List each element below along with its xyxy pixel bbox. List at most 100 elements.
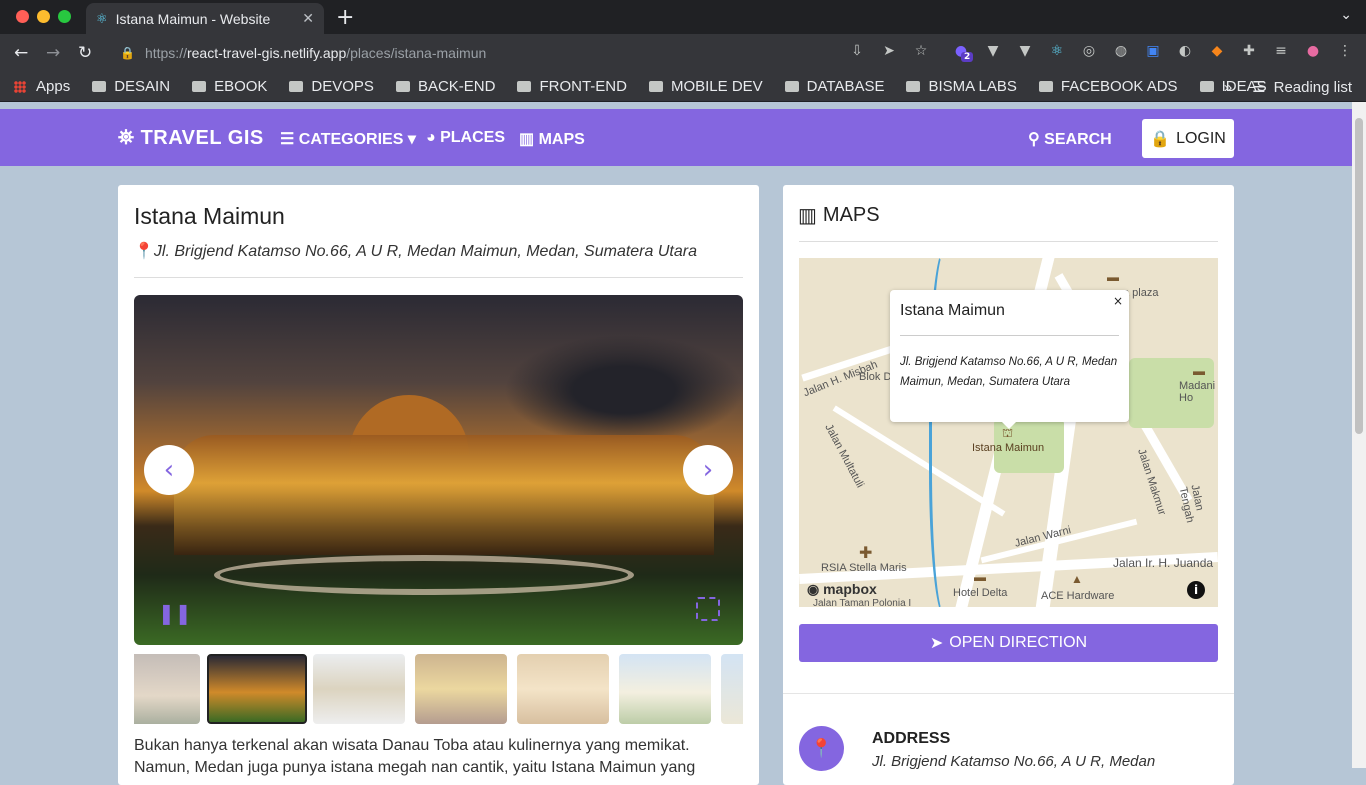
forward-arrow-icon[interactable]: → xyxy=(46,43,60,63)
map-marked-icon: ▥ xyxy=(798,205,817,227)
url-scheme: https:// xyxy=(144,45,187,61)
page-scrollbar[interactable] xyxy=(1352,102,1366,768)
puzzle-extensions-icon[interactable]: ✚ xyxy=(1240,43,1258,59)
thumbnail[interactable] xyxy=(721,654,743,724)
target-icon[interactable]: ◎ xyxy=(1080,43,1098,59)
place-address: 📍Jl. Brigjend Katamso No.66, A U R, Meda… xyxy=(134,241,697,261)
map-road xyxy=(832,405,1006,517)
tab-search-chevron-icon[interactable]: ⌄ xyxy=(1340,7,1352,23)
map-label-hotel-delta: Hotel Delta xyxy=(953,587,1008,599)
reload-icon[interactable]: ↻ xyxy=(78,43,92,63)
browser-toolbar: ← → ↻ 🔒 https://react-travel-gis.netlify… xyxy=(0,34,1366,72)
close-tab-icon[interactable]: ✕ xyxy=(302,10,314,27)
fullscreen-icon[interactable] xyxy=(696,597,720,621)
minimize-window-button[interactable] xyxy=(37,10,50,23)
folder-icon xyxy=(784,81,799,92)
thumbnail[interactable] xyxy=(517,654,609,724)
login-label: LOGIN xyxy=(1176,129,1226,147)
map-popup: Istana Maimun × Jl. Brigjend Katamso No.… xyxy=(890,290,1129,422)
bookmarks-bar: Apps DESAIN EBOOK DEVOPS BACK-END FRONT-… xyxy=(0,72,1366,102)
menu-kebab-icon[interactable]: ⋮ xyxy=(1336,43,1354,59)
vue-devtools-icon[interactable]: ▼ xyxy=(1016,43,1034,59)
new-tab-button[interactable]: + xyxy=(336,5,354,30)
folder-icon xyxy=(192,81,207,92)
react-devtools-icon[interactable]: ⚛ xyxy=(1048,43,1066,59)
extension-badge-count: 2 xyxy=(961,52,974,62)
back-arrow-icon[interactable]: ← xyxy=(14,43,28,63)
gallery-thumbnails xyxy=(134,654,743,724)
hospital-marker-icon[interactable]: ✚ xyxy=(859,543,872,563)
bookmark-folder-back-end[interactable]: BACK-END xyxy=(395,78,495,95)
nav-search[interactable]: ⚲ SEARCH xyxy=(1028,129,1112,149)
bookmark-label: DESAIN xyxy=(114,78,171,95)
folder-icon xyxy=(289,81,304,92)
color-picker-icon[interactable]: ◍ xyxy=(1112,43,1130,59)
chevron-left-icon: ‹ xyxy=(163,455,175,485)
map-popup-divider xyxy=(900,335,1119,336)
bookmark-folder-desain[interactable]: DESAIN xyxy=(92,78,170,95)
bookmark-folder-facebook-ads[interactable]: FACEBOOK ADS xyxy=(1038,78,1178,95)
chevron-right-icon: › xyxy=(702,455,714,485)
map-pin-icon: 📍 xyxy=(799,726,844,771)
bookmark-apps[interactable]: Apps xyxy=(14,78,70,95)
vue-icon[interactable]: ▼ xyxy=(984,43,1002,59)
react-icon: ⚛ xyxy=(96,10,108,26)
thumbnail[interactable] xyxy=(619,654,711,724)
scrollbar-thumb[interactable] xyxy=(1355,118,1363,434)
gallery-next-button[interactable]: › xyxy=(683,445,733,495)
nav-maps[interactable]: ▥ MAPS xyxy=(519,129,585,149)
bookmark-folder-mobile-dev[interactable]: MOBILE DEV xyxy=(648,78,763,95)
bookmarks-overflow-button[interactable]: » xyxy=(1224,79,1232,96)
bookmark-folder-bisma-labs[interactable]: BISMA LABS xyxy=(906,78,1017,95)
bookmark-folder-ebook[interactable]: EBOOK xyxy=(192,78,267,95)
folder-icon xyxy=(1199,81,1214,92)
hotel-marker-icon[interactable]: ▬ xyxy=(1107,270,1119,284)
media-controls-icon[interactable]: ≡ xyxy=(1272,43,1290,59)
maximize-window-button[interactable] xyxy=(58,10,71,23)
map-card-title-text: MAPS xyxy=(822,204,880,226)
bookmark-folder-devops[interactable]: DEVOPS xyxy=(289,78,374,95)
bookmark-star-icon[interactable]: ☆ xyxy=(912,43,930,59)
nav-places[interactable]: ◕ PLACES xyxy=(426,129,505,147)
map-popup-address: Jl. Brigjend Katamso No.66, A U R, Medan… xyxy=(900,356,1118,388)
play-pause-icon[interactable]: ❚❚ xyxy=(158,601,192,625)
map-popup-close-icon[interactable]: × xyxy=(1113,294,1123,308)
bookmark-label: FRONT-END xyxy=(539,78,627,95)
map-info-icon[interactable]: i xyxy=(1187,581,1205,599)
address-bar[interactable]: 🔒 https://react-travel-gis.netlify.app/p… xyxy=(110,38,940,68)
nav-categories-dropdown[interactable]: ☰ CATEGORIES ▾ xyxy=(280,129,416,149)
open-direction-button[interactable]: ➤ OPEN DIRECTION xyxy=(799,624,1218,662)
thumbnail-active[interactable] xyxy=(207,654,307,724)
brand-link[interactable]: ⛯ TRAVEL GIS xyxy=(118,127,264,150)
thumbnail[interactable] xyxy=(134,654,200,724)
browser-tab[interactable]: ⚛ Istana Maimun - Website ✕ xyxy=(86,3,324,34)
map-pin-icon: 📍 xyxy=(134,243,154,260)
map-card: ▥ MAPS Istana Maimun Jalan H. Misbah Blok… xyxy=(783,185,1234,785)
mapbox-logo[interactable]: ◉ mapbox xyxy=(807,581,877,598)
code-icon[interactable]: ◐ xyxy=(1176,43,1194,59)
lock-icon: 🔒 xyxy=(1150,130,1171,148)
metamask-icon[interactable]: ◆ xyxy=(1208,43,1226,59)
gallery-prev-button[interactable]: ‹ xyxy=(144,445,194,495)
hotel-marker-icon[interactable]: ▬ xyxy=(1193,364,1205,378)
url-path: /places/istana-maimun xyxy=(346,45,487,61)
mapbox-map[interactable]: Istana Maimun Jalan H. Misbah Blok D Jal… xyxy=(799,258,1218,607)
send-icon[interactable]: ➤ xyxy=(880,43,898,59)
store-marker-icon[interactable]: ▲ xyxy=(1071,572,1083,586)
close-window-button[interactable] xyxy=(16,10,29,23)
folder-icon xyxy=(92,81,107,92)
hotel-marker-icon[interactable]: ▬ xyxy=(974,570,986,584)
translate-icon[interactable]: ▣ xyxy=(1144,43,1162,59)
extension-icon-badge[interactable]: ● 2 xyxy=(952,43,974,62)
bookmark-folder-front-end[interactable]: FRONT-END xyxy=(517,78,627,95)
login-button[interactable]: 🔒 LOGIN xyxy=(1142,119,1234,158)
reading-list-button[interactable]: ☰ Reading list xyxy=(1252,78,1352,96)
profile-avatar[interactable]: ● xyxy=(1304,43,1322,59)
bookmark-folder-database[interactable]: DATABASE xyxy=(784,78,884,95)
divider xyxy=(799,241,1218,242)
install-icon[interactable]: ⇩ xyxy=(848,43,866,59)
thumbnail[interactable] xyxy=(313,654,405,724)
image-gallery-main[interactable]: ‹ › ❚❚ xyxy=(134,295,743,645)
place-title: Istana Maimun xyxy=(134,203,285,229)
thumbnail[interactable] xyxy=(415,654,507,724)
